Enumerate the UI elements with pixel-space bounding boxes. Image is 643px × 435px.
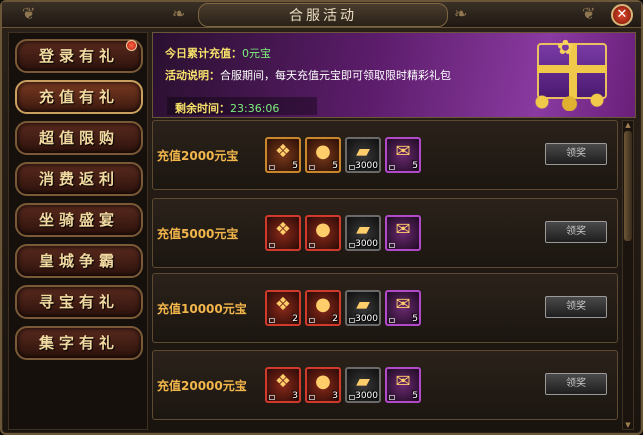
- remaining-time-value: 23:36:06: [230, 102, 280, 115]
- scroll-bag-icon[interactable]: ✉ 5: [385, 137, 421, 173]
- reward-row: 充值20000元宝 ❖ 3 ● 3 ▰ 3000 ✉ 5 领奖: [152, 350, 618, 420]
- claim-reward-button[interactable]: 领奖: [545, 221, 607, 243]
- gold-ingot-icon[interactable]: ▰ 3000: [345, 215, 381, 251]
- title-bar: ❦ ❧ 合服活动 ❧ ❦ ✕: [2, 2, 641, 28]
- sidebar-item-spending-rebate[interactable]: 消费返利: [15, 162, 143, 196]
- close-button[interactable]: ✕: [611, 4, 633, 26]
- sidebar-item-limited-purchase[interactable]: 超值限购: [15, 121, 143, 155]
- gold-ingot-icon[interactable]: ▰ 3000: [345, 290, 381, 326]
- window-title: 合服活动: [289, 8, 357, 24]
- sidebar-item-label: 充值有礼: [38, 88, 119, 106]
- description-label: 活动说明：: [165, 69, 220, 82]
- orb-icon[interactable]: ● 3: [305, 367, 341, 403]
- orb-icon[interactable]: ● 2: [305, 290, 341, 326]
- reward-row: 充值5000元宝 ❖ ● ▰ 3000 ✉ 领奖: [152, 198, 618, 268]
- reward-row: 充值10000元宝 ❖ 2 ● 2 ▰ 3000 ✉ 5 领奖: [152, 273, 618, 343]
- today-recharge-line: 今日累计充值：0元宝: [165, 45, 271, 61]
- today-recharge-label: 今日累计充值：: [165, 47, 242, 60]
- activity-description-line: 活动说明：合服期间，每天充值元宝即可领取限时精彩礼包: [165, 67, 451, 83]
- sidebar-item-treasure-hunt[interactable]: 寻宝有礼: [15, 285, 143, 319]
- claim-reward-button[interactable]: 领奖: [545, 296, 607, 318]
- right-ornament-icon: ❦: [582, 4, 596, 23]
- scroll-up-icon[interactable]: ▲: [623, 121, 633, 129]
- activity-banner: 今日累计充值：0元宝 活动说明：合服期间，每天充值元宝即可领取限时精彩礼包 剩余…: [152, 32, 636, 118]
- reward-tier-label: 充值20000元宝: [157, 379, 247, 393]
- orb-icon[interactable]: ● 5: [305, 137, 341, 173]
- reward-tier-label: 充值5000元宝: [157, 227, 239, 241]
- title-ornament-left-icon: ❧: [172, 4, 186, 23]
- gold-coins-icon: [509, 93, 619, 111]
- remaining-time-line: 剩余时间：23:36:06: [175, 100, 279, 116]
- title-ornament-right-icon: ❧: [454, 4, 468, 23]
- gold-ingot-icon[interactable]: ▰ 3000: [345, 367, 381, 403]
- reward-list: 充值2000元宝 ❖ 5 ● 5 ▰ 3000 ✉ 5 领奖 充值5000元宝 ❖ ● …: [152, 120, 620, 430]
- gift-bow-icon: ✿: [557, 35, 574, 59]
- description-text: 合服期间，每天充值元宝即可领取限时精彩礼包: [220, 69, 451, 82]
- scrollbar-thumb[interactable]: [624, 131, 632, 241]
- close-icon: ✕: [616, 7, 628, 22]
- sidebar-item-city-battle[interactable]: 皇城争霸: [15, 244, 143, 278]
- crystal-icon[interactable]: ❖ 3: [265, 367, 301, 403]
- reward-list-scrollbar[interactable]: ▲ ▼: [622, 120, 634, 430]
- reward-row: 充值2000元宝 ❖ 5 ● 5 ▰ 3000 ✉ 5 领奖: [152, 120, 618, 190]
- sidebar-item-label: 集字有礼: [38, 334, 119, 352]
- sidebar-item-label: 坐骑盛宴: [38, 211, 119, 229]
- scroll-bag-icon[interactable]: ✉ 5: [385, 290, 421, 326]
- scroll-bag-icon[interactable]: ✉ 5: [385, 367, 421, 403]
- scroll-bag-icon[interactable]: ✉: [385, 215, 421, 251]
- sidebar-item-label: 消费返利: [38, 170, 119, 188]
- crystal-icon[interactable]: ❖ 2: [265, 290, 301, 326]
- sidebar-item-mount-feast[interactable]: 坐骑盛宴: [15, 203, 143, 237]
- sidebar-item-recharge-gift[interactable]: 充值有礼: [15, 80, 143, 114]
- activity-window: ❦ ❧ 合服活动 ❧ ❦ ✕ 登录有礼 充值有礼 超值限购 消费返利 坐骑盛宴 …: [0, 0, 643, 435]
- title-plate: 合服活动: [198, 3, 448, 27]
- left-ornament-icon: ❦: [22, 4, 36, 23]
- sidebar-item-label: 寻宝有礼: [38, 293, 119, 311]
- notification-dot: [126, 40, 137, 51]
- sidebar-item-login-gift[interactable]: 登录有礼: [15, 39, 143, 73]
- sidebar-item-label: 登录有礼: [38, 47, 119, 65]
- claim-reward-button[interactable]: 领奖: [545, 143, 607, 165]
- crystal-icon[interactable]: ❖ 5: [265, 137, 301, 173]
- scroll-down-icon[interactable]: ▼: [623, 421, 633, 429]
- today-recharge-value: 0元宝: [242, 47, 271, 60]
- sidebar-item-label: 皇城争霸: [38, 252, 119, 270]
- claim-reward-button[interactable]: 领奖: [545, 373, 607, 395]
- sidebar-item-collect-words[interactable]: 集字有礼: [15, 326, 143, 360]
- orb-icon[interactable]: ●: [305, 215, 341, 251]
- reward-tier-label: 充值10000元宝: [157, 302, 247, 316]
- remaining-time-label: 剩余时间：: [175, 102, 230, 115]
- sidebar-item-label: 超值限购: [38, 129, 119, 147]
- sidebar: 登录有礼 充值有礼 超值限购 消费返利 坐骑盛宴 皇城争霸 寻宝有礼 集字有礼: [8, 32, 148, 430]
- gold-ingot-icon[interactable]: ▰ 3000: [345, 137, 381, 173]
- reward-tier-label: 充值2000元宝: [157, 149, 239, 163]
- crystal-icon[interactable]: ❖: [265, 215, 301, 251]
